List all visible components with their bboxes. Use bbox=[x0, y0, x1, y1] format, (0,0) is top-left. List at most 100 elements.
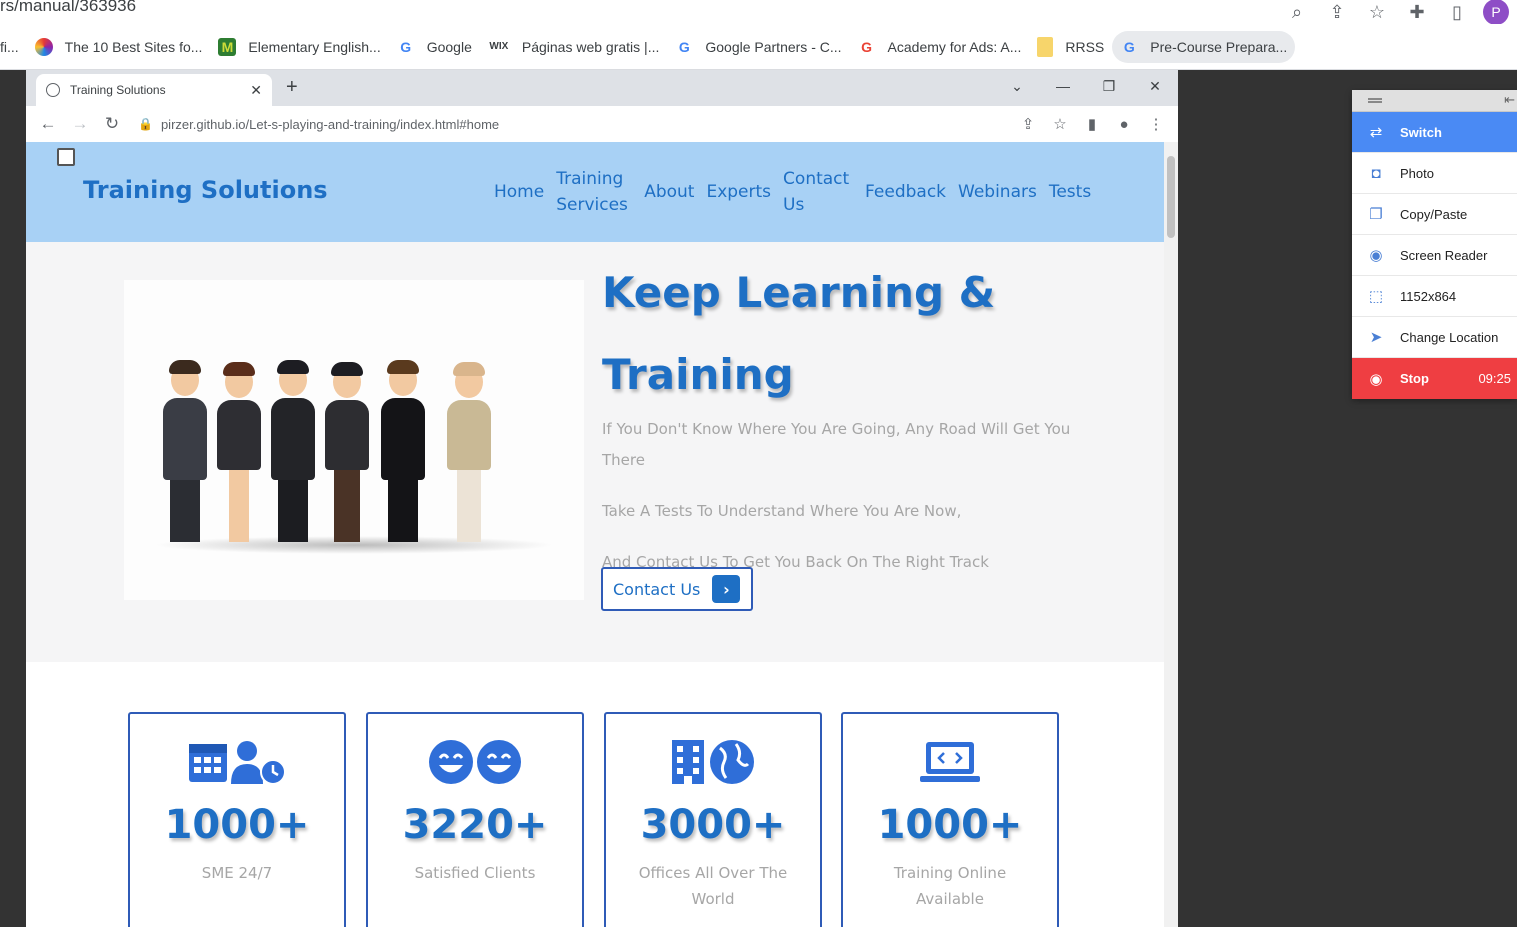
bookmark-item[interactable]: M Elementary English... bbox=[210, 31, 388, 63]
bookmark-item[interactable]: G Pre-Course Prepara... bbox=[1112, 30, 1296, 63]
menu-experts[interactable]: Experts bbox=[700, 179, 777, 205]
profile-avatar[interactable]: P bbox=[1483, 0, 1509, 25]
change-location-button[interactable]: ➤ Change Location bbox=[1352, 317, 1517, 358]
contact-us-label: Contact Us bbox=[613, 579, 701, 599]
change-location-label: Change Location bbox=[1400, 329, 1499, 345]
switch-button[interactable]: ⇄ Switch bbox=[1352, 112, 1517, 153]
bookmark-item[interactable]: The 10 Best Sites fo... bbox=[27, 31, 211, 63]
hero-section: Keep Learning & Training If You Don't Kn… bbox=[26, 242, 1164, 662]
resolution-button[interactable]: ⬚ 1152x864 bbox=[1352, 276, 1517, 317]
bookmark-label: fi... bbox=[0, 38, 19, 55]
stat-label: Offices All Over The World bbox=[638, 864, 788, 908]
bookmark-label: RRSS bbox=[1065, 38, 1105, 55]
bookmark-label: Google bbox=[426, 38, 472, 55]
bookmark-label: Pre-Course Prepara... bbox=[1150, 38, 1288, 55]
screen-reader-label: Screen Reader bbox=[1400, 247, 1488, 263]
bookmark-folder[interactable]: RRSS bbox=[1029, 31, 1112, 63]
back-icon[interactable]: ← bbox=[32, 110, 64, 138]
share-icon[interactable]: ⇪ bbox=[1012, 110, 1044, 138]
close-tab-icon[interactable]: ✕ bbox=[250, 82, 262, 99]
lock-icon: 🔒 bbox=[138, 117, 153, 131]
menu-contact-us[interactable]: Contact Us bbox=[777, 166, 859, 218]
inner-browser-window: Training Solutions ✕ + ⌄ — ❐ ✕ ← → ↻ 🔒 p… bbox=[26, 70, 1178, 927]
m-logo-icon: M bbox=[218, 37, 237, 56]
photo-label: Photo bbox=[1400, 165, 1434, 181]
menu-toggle-checkbox[interactable] bbox=[57, 148, 75, 166]
new-tab-icon[interactable]: + bbox=[286, 76, 298, 99]
scrollbar-thumb[interactable] bbox=[1167, 156, 1175, 238]
share-icon[interactable]: ⇪ bbox=[1317, 0, 1357, 24]
inner-toolbar-actions: ⇪ ☆ ▮ ● ⋮ bbox=[1012, 110, 1172, 138]
bookmarks-bar: fi... The 10 Best Sites fo... M Elementa… bbox=[0, 24, 1517, 70]
stat-label: Training Online Available bbox=[893, 864, 1007, 908]
menu-training-services[interactable]: Training Services bbox=[550, 166, 638, 218]
stop-button[interactable]: ◉ Stop 09:25 bbox=[1352, 358, 1517, 399]
menu-home[interactable]: Home bbox=[488, 179, 550, 205]
forward-icon[interactable]: → bbox=[64, 110, 96, 138]
address-text[interactable]: pirzer.github.io/Let-s-playing-and-train… bbox=[161, 117, 499, 132]
bookmark-label: Páginas web gratis |... bbox=[521, 38, 660, 55]
sidebar-icon[interactable]: ▮ bbox=[1076, 110, 1108, 138]
google-icon: G bbox=[678, 38, 690, 55]
sidebar-icon[interactable]: ▯ bbox=[1437, 0, 1477, 24]
stat-card: 3000+ Offices All Over The World bbox=[604, 712, 822, 927]
stop-record-icon: ◉ bbox=[1369, 370, 1383, 388]
menu-webinars[interactable]: Webinars bbox=[952, 179, 1043, 205]
stat-label: Satisfied Clients bbox=[414, 864, 536, 882]
building-globe-icon bbox=[606, 734, 820, 790]
contact-us-button[interactable]: Contact Us › bbox=[601, 567, 753, 611]
menu-kebab-icon[interactable]: ⋮ bbox=[1140, 110, 1172, 138]
star-icon[interactable]: ☆ bbox=[1357, 0, 1397, 24]
bookmark-item[interactable]: G Academy for Ads: A... bbox=[850, 31, 1030, 63]
hero-title-line1: Keep Learning & bbox=[602, 268, 996, 317]
restore-icon[interactable]: ❐ bbox=[1086, 70, 1132, 102]
person-figure bbox=[380, 360, 426, 542]
bookmark-item[interactable]: WIX Páginas web gratis |... bbox=[480, 31, 667, 63]
bookmark-item[interactable]: G Google Partners - C... bbox=[667, 31, 849, 63]
resolution-icon: ⬚ bbox=[1368, 288, 1384, 305]
zoom-icon[interactable]: ⌕ bbox=[1277, 0, 1317, 24]
menu-about[interactable]: About bbox=[638, 179, 700, 205]
panel-header[interactable]: ⇤ bbox=[1352, 90, 1517, 112]
outer-toolbar: ⌕ ⇪ ☆ ✚ ▯ P bbox=[1277, 0, 1517, 25]
session-timer: 09:25 bbox=[1478, 371, 1511, 386]
photo-button[interactable]: ◘ Photo bbox=[1352, 153, 1517, 194]
device-control-panel: ⇤ ⇄ Switch ◘ Photo ❐ Copy/Paste ◉ Screen… bbox=[1352, 90, 1517, 399]
address-bar[interactable]: 🔒 pirzer.github.io/Let-s-playing-and-tra… bbox=[138, 110, 1028, 138]
clipboard-icon: ❐ bbox=[1369, 206, 1383, 223]
collapse-arrow-icon[interactable]: ⇤ bbox=[1504, 92, 1515, 108]
bookmark-label: Google Partners - C... bbox=[705, 38, 842, 55]
menu-tests[interactable]: Tests bbox=[1043, 179, 1097, 205]
person-figure bbox=[324, 362, 370, 542]
stat-number: 1000+ bbox=[164, 802, 310, 848]
menu-feedback[interactable]: Feedback bbox=[859, 179, 952, 205]
outer-url-text[interactable]: rs/manual/363936 bbox=[0, 0, 136, 16]
stat-number: 3000+ bbox=[640, 802, 786, 848]
reload-icon[interactable]: ↻ bbox=[96, 110, 128, 138]
extensions-icon[interactable]: ✚ bbox=[1397, 0, 1437, 24]
person-figure bbox=[216, 362, 262, 542]
stat-number: 3220+ bbox=[402, 802, 548, 848]
bookmark-item[interactable]: fi... bbox=[0, 31, 27, 63]
copy-paste-label: Copy/Paste bbox=[1400, 206, 1468, 222]
copy-paste-button[interactable]: ❐ Copy/Paste bbox=[1352, 194, 1517, 235]
bookmark-label: Academy for Ads: A... bbox=[887, 38, 1022, 55]
screen-reader-button[interactable]: ◉ Screen Reader bbox=[1352, 235, 1517, 276]
inner-toolbar: ← → ↻ 🔒 pirzer.github.io/Let-s-playing-a… bbox=[26, 106, 1178, 142]
calendar-person-clock-icon bbox=[130, 734, 344, 790]
hero-quote: If You Don't Know Where You Are Going, A… bbox=[602, 420, 1071, 469]
drag-handle-icon[interactable] bbox=[1368, 98, 1382, 103]
hero-title-line2: Training bbox=[602, 350, 794, 399]
profile-icon[interactable]: ● bbox=[1108, 110, 1140, 138]
page-scrollbar[interactable] bbox=[1164, 142, 1178, 927]
bookmark-item[interactable]: G Google bbox=[389, 31, 480, 63]
stats-section: 1000+ SME 24/7 3220+ Satisfied Clients 3… bbox=[26, 662, 1164, 927]
bookmark-label: The 10 Best Sites fo... bbox=[64, 38, 203, 55]
minimize-icon[interactable]: — bbox=[1040, 70, 1086, 102]
tab-search-icon[interactable]: ⌄ bbox=[994, 70, 1040, 102]
site-brand[interactable]: Training Solutions bbox=[83, 176, 328, 204]
stop-label: Stop bbox=[1400, 371, 1429, 386]
star-icon[interactable]: ☆ bbox=[1044, 110, 1076, 138]
browser-tab[interactable]: Training Solutions ✕ bbox=[36, 74, 272, 106]
close-window-icon[interactable]: ✕ bbox=[1132, 70, 1178, 102]
